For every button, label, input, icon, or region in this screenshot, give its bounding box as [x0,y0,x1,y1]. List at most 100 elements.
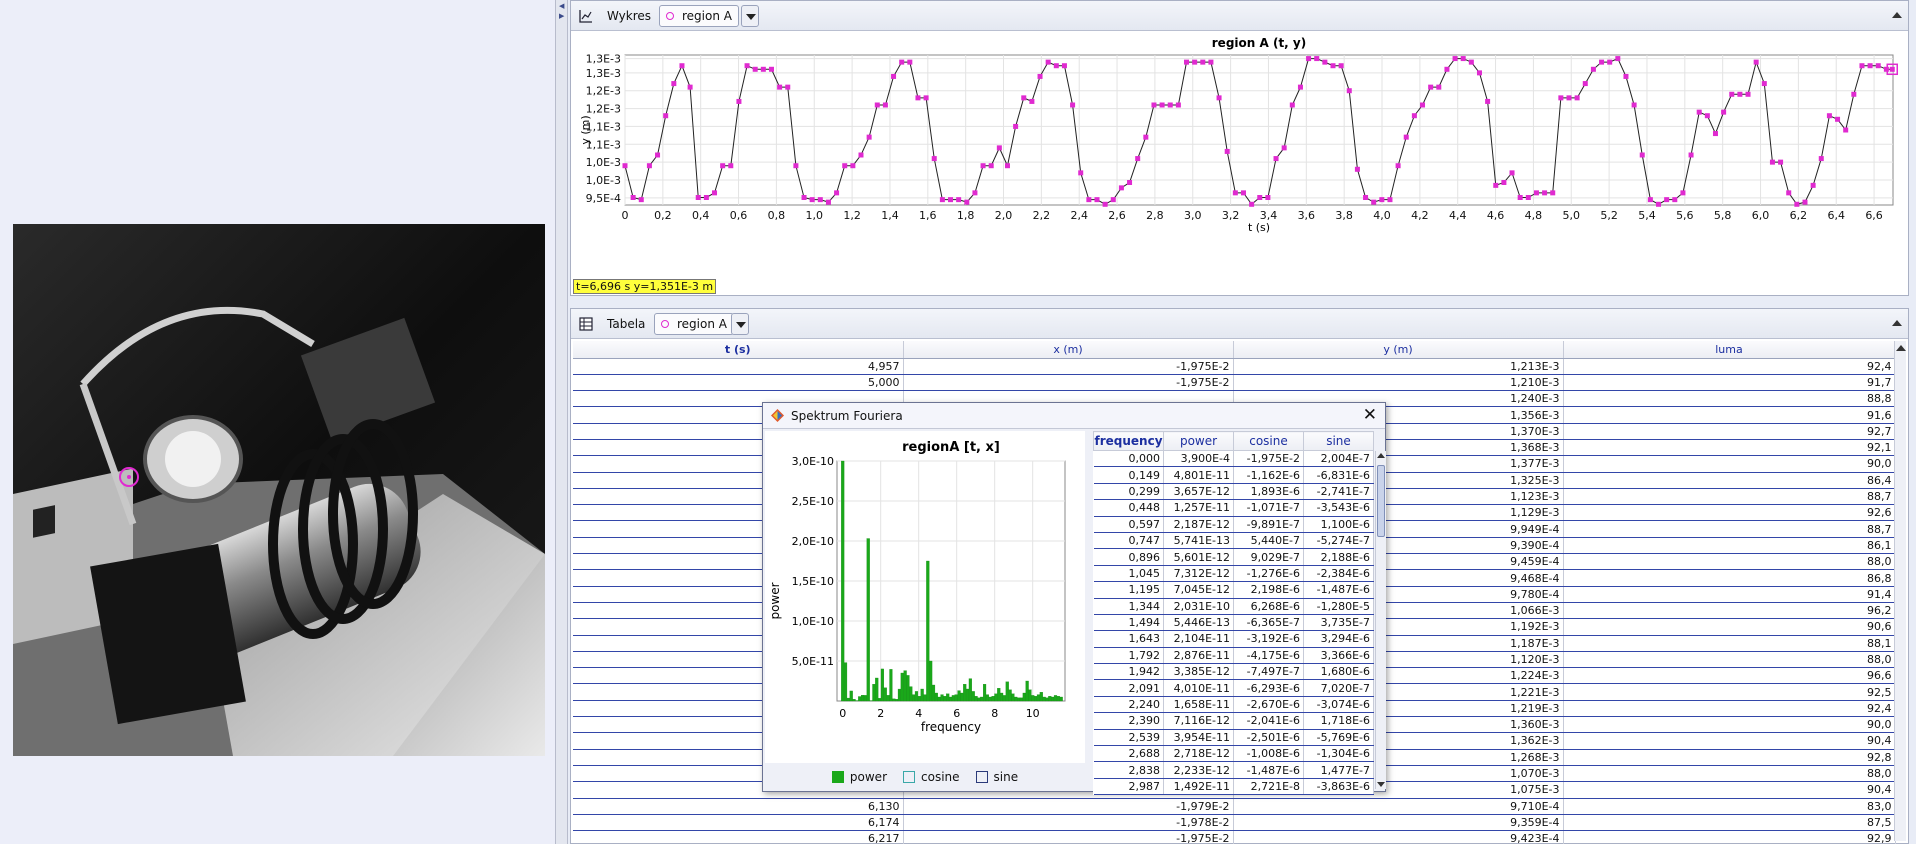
fourier-cell[interactable]: 1,344 [1093,598,1164,615]
legend-item-cosine[interactable]: cosine [903,770,960,784]
fourier-row[interactable]: 2,838 2,233E-12 -1,487E-6 1,477E-7 [1093,761,1374,779]
fourier-row[interactable]: 1,195 7,045E-12 2,198E-6 -1,487E-6 [1093,581,1374,599]
fourier-row[interactable]: 1,792 2,876E-11 -4,175E-6 3,366E-6 [1093,647,1374,665]
fourier-cell[interactable]: 1,792 [1093,647,1164,665]
table-cell[interactable]: 90,6 [1563,618,1896,636]
table-cell[interactable]: 91,7 [1563,374,1896,392]
position-plot[interactable]: 0 0,2 0,4 0,6 0,8 1,0 1,2 1,4 1,6 1,8 2,0 2,2 2,4 2,6… [573,33,1906,295]
table-track-button[interactable]: region A [654,313,734,335]
fourier-cell[interactable]: -1,008E-6 [1233,745,1304,763]
table-cell[interactable]: 88,7 [1563,520,1896,538]
fourier-row[interactable]: 1,045 7,312E-12 -1,276E-6 -2,384E-6 [1093,565,1374,583]
table-cell[interactable]: 6,217 [573,830,904,844]
divider-arrow-right-icon[interactable]: ▶ [559,12,564,20]
fourier-cell[interactable]: 0,000 [1093,450,1164,468]
fourier-cell[interactable]: 2,188E-6 [1303,548,1374,566]
fourier-cell[interactable]: 2,104E-11 [1163,630,1234,648]
video-frame[interactable] [13,224,545,756]
fourier-cell[interactable]: -2,384E-6 [1303,565,1374,583]
divider-arrow-left-icon[interactable]: ◀ [559,2,564,10]
fourier-row[interactable]: 1,494 5,446E-13 -6,365E-7 3,735E-7 [1093,614,1374,632]
table-row[interactable]: 6,217 -1,975E-2 9,423E-4 92,9 [573,830,1896,844]
table-cell[interactable]: 1,213E-3 [1233,358,1564,375]
table-cell[interactable]: 86,4 [1563,472,1896,489]
fourier-cell[interactable]: 2,688 [1093,745,1164,763]
table-cell[interactable]: 92,7 [1563,423,1896,440]
fourier-cell[interactable]: -1,071E-7 [1233,499,1304,517]
legend-item-power[interactable]: power [831,770,887,784]
fourier-row[interactable]: 0,000 3,900E-4 -1,975E-2 2,004E-7 [1093,450,1374,468]
column-header-y[interactable]: y (m) [1233,341,1564,359]
fourier-cell[interactable]: 4,801E-11 [1163,466,1234,484]
table-cell[interactable]: 83,0 [1563,798,1896,815]
table-cell[interactable]: 86,1 [1563,537,1896,555]
fourier-cell[interactable]: -3,074E-6 [1303,696,1374,714]
table-cell[interactable]: 9,423E-4 [1233,830,1564,844]
fourier-cell[interactable]: -5,769E-6 [1303,729,1374,747]
table-cell[interactable]: 88,0 [1563,651,1896,669]
fourier-cell[interactable]: -4,175E-6 [1233,647,1304,665]
fourier-cell[interactable]: 0,597 [1093,516,1164,533]
fourier-row[interactable]: 1,344 2,031E-10 6,268E-6 -1,280E-5 [1093,598,1374,615]
table-row[interactable]: 4,957 -1,975E-2 1,213E-3 92,4 [573,358,1896,375]
table-cell[interactable]: 6,174 [573,814,904,832]
fourier-cell[interactable]: 2,198E-6 [1233,581,1304,599]
fourier-cell[interactable]: -2,670E-6 [1233,696,1304,714]
table-cell[interactable]: 96,2 [1563,602,1896,620]
fourier-cell[interactable]: 4,010E-11 [1163,679,1234,697]
fourier-cell[interactable]: -5,274E-7 [1303,532,1374,550]
fourier-chart[interactable]: 0 2 4 6 8 10 5,0E-11 1,0E-10 1,5E-10 2,0E-10 2,5E-… [765,431,1085,763]
fourier-cell[interactable]: 1,100E-6 [1303,516,1374,533]
table-cell[interactable]: 92,4 [1563,358,1896,375]
plot-collapse-icon[interactable] [1892,12,1902,18]
table-cell[interactable]: 91,6 [1563,406,1896,424]
fourier-row[interactable]: 2,240 1,658E-11 -2,670E-6 -3,074E-6 [1093,696,1374,714]
table-scrollbar[interactable] [1894,341,1906,841]
fourier-header-sine[interactable]: sine [1303,431,1374,451]
fourier-cell[interactable]: -6,365E-7 [1233,614,1304,632]
fourier-cell[interactable]: 1,257E-11 [1163,499,1234,517]
fourier-cell[interactable]: 5,440E-7 [1233,532,1304,550]
fourier-row[interactable]: 1,942 3,385E-12 -7,497E-7 1,680E-6 [1093,663,1374,681]
table-cell[interactable]: 91,4 [1563,586,1896,603]
fourier-cell[interactable]: -7,497E-7 [1233,663,1304,681]
fourier-cell[interactable]: 0,747 [1093,532,1164,550]
fourier-header-power[interactable]: power [1163,431,1234,451]
fourier-cell[interactable]: 1,643 [1093,630,1164,648]
table-cell[interactable]: 92,8 [1563,749,1896,766]
fourier-cell[interactable]: 5,741E-13 [1163,532,1234,550]
table-cell[interactable]: 9,359E-4 [1233,814,1564,832]
table-cell[interactable]: -1,975E-2 [903,830,1234,844]
fourier-cell[interactable]: 7,045E-12 [1163,581,1234,599]
table-cell[interactable]: 87,5 [1563,814,1896,832]
fourier-cell[interactable]: 2,539 [1093,729,1164,747]
fourier-cell[interactable]: 3,657E-12 [1163,483,1234,501]
fourier-cell[interactable]: 1,942 [1093,663,1164,681]
table-row[interactable]: 6,130 -1,979E-2 9,710E-4 83,0 [573,798,1896,815]
fourier-cell[interactable]: 2,718E-12 [1163,745,1234,763]
table-cell[interactable]: -1,978E-2 [903,814,1234,832]
table-view-icon[interactable] [579,317,593,331]
fourier-cell[interactable]: -1,304E-6 [1303,745,1374,763]
fourier-table-scrollbar[interactable] [1375,451,1386,789]
table-cell[interactable]: 88,0 [1563,553,1896,571]
fourier-cell[interactable]: 7,020E-7 [1303,679,1374,697]
table-cell[interactable]: 9,710E-4 [1233,798,1564,815]
fourier-row[interactable]: 1,643 2,104E-11 -3,192E-6 3,294E-6 [1093,630,1374,648]
fourier-cell[interactable]: -2,501E-6 [1233,729,1304,747]
fourier-cell[interactable]: 5,601E-12 [1163,548,1234,566]
table-cell[interactable]: 96,6 [1563,667,1896,685]
fourier-cell[interactable]: -2,041E-6 [1233,712,1304,730]
scroll-down-icon[interactable] [1377,782,1385,787]
column-header-x[interactable]: x (m) [903,341,1234,359]
fourier-cell[interactable]: -1,487E-6 [1233,761,1304,779]
table-cell[interactable]: 6,130 [573,798,904,815]
table-cell[interactable]: 92,5 [1563,683,1896,701]
fourier-cell[interactable]: 1,680E-6 [1303,663,1374,681]
fourier-cell[interactable]: 2,187E-12 [1163,516,1234,533]
fourier-cell[interactable]: 3,385E-12 [1163,663,1234,681]
fourier-cell[interactable]: 1,494 [1093,614,1164,632]
fourier-cell[interactable]: 0,299 [1093,483,1164,501]
table-cell[interactable]: 1,210E-3 [1233,374,1564,392]
fourier-cell[interactable]: -1,487E-6 [1303,581,1374,599]
